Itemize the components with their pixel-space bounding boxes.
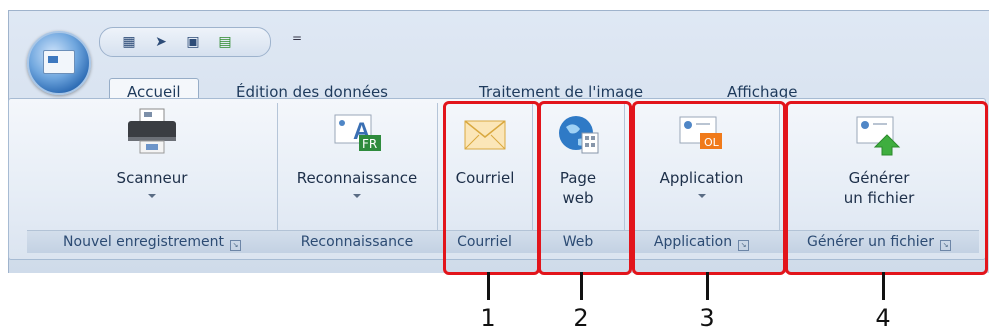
group-reconnaissance: A FR Reconnaissance Reconnaissance: [277, 103, 438, 253]
highlight-application: [632, 101, 786, 275]
chevron-down-icon: [148, 194, 156, 198]
export-icon[interactable]: ▤: [216, 33, 234, 51]
group-label-nouvel-enregistrement: Nouvel enregistrement ↘: [27, 230, 277, 253]
scanner-button[interactable]: Scanneur: [97, 107, 207, 198]
svg-text:FR: FR: [362, 137, 377, 151]
group-nouvel-enregistrement: Scanneur Nouvel enregistrement ↘: [27, 103, 278, 253]
title-bar: ▦ ➤ ▣ ▤ =: [9, 11, 989, 95]
ocr-icon: A FR: [334, 114, 381, 151]
pointer-icon[interactable]: ➤: [152, 33, 170, 51]
callout-line-2: [580, 272, 583, 300]
callout-line-1: [487, 272, 490, 300]
callout-number-2: 2: [573, 304, 589, 332]
group-label-reconnaissance: Reconnaissance: [277, 230, 437, 253]
scanner-card-icon: [43, 50, 75, 74]
highlight-web: [538, 101, 632, 275]
scanner-icon: [128, 108, 176, 154]
application-button[interactable]: [27, 31, 91, 95]
callout-line-3: [706, 272, 709, 300]
group-label-text: Nouvel enregistrement: [63, 234, 224, 250]
callout-line-4: [882, 272, 885, 300]
quick-access-toolbar: ▦ ➤ ▣ ▤: [99, 27, 271, 57]
reconnaissance-button[interactable]: A FR Reconnaissance: [282, 107, 432, 198]
callout-number-3: 3: [699, 304, 715, 332]
highlight-courriel: [443, 101, 540, 275]
printer-icon[interactable]: ▣: [184, 33, 202, 51]
chevron-down-icon: [353, 194, 361, 198]
scanner-label: Scanneur: [116, 169, 188, 187]
customize-toolbar-button[interactable]: =: [292, 31, 302, 45]
highlight-generer: [785, 101, 988, 275]
callout-number-4: 4: [875, 304, 891, 332]
dialog-launcher-icon[interactable]: ↘: [229, 240, 241, 251]
callout-number-1: 1: [480, 304, 496, 332]
reconnaissance-label: Reconnaissance: [296, 169, 418, 187]
document-icon[interactable]: ▦: [120, 33, 138, 51]
